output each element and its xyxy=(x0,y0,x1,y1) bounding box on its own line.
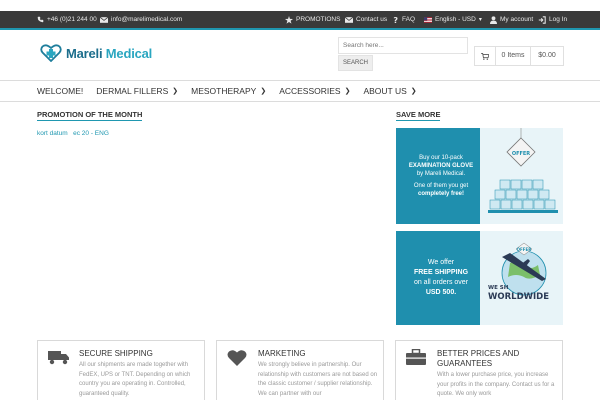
chevron-down-icon: ❯ xyxy=(344,88,351,95)
banner-line: We offer xyxy=(427,259,455,267)
heart-icon xyxy=(227,350,247,366)
feature-secure-shipping: SECURE SHIPPING All our shipments are ma… xyxy=(37,340,205,400)
brand-name: Mareli Medical xyxy=(66,46,152,61)
free-shipping-banner[interactable]: We offer FREE SHIPPING on all orders ove… xyxy=(396,231,563,325)
nav-item-accessories[interactable]: ACCESSORIES ❯ xyxy=(279,86,350,96)
feature-text: With a lower purchase price, you increas… xyxy=(437,372,555,398)
svg-text:?: ? xyxy=(393,16,398,24)
account-label: My account xyxy=(500,16,534,23)
envelope-icon xyxy=(100,16,108,23)
worldwide-text: WORLDWIDE xyxy=(488,292,549,302)
language-selector[interactable]: English - USD ▾ xyxy=(424,11,482,28)
heart-cross-logo-icon xyxy=(40,44,62,62)
nav-item-about-us[interactable]: ABOUT US ❯ xyxy=(363,86,416,96)
chevron-down-icon: ❯ xyxy=(410,88,417,95)
cart-item-count: 0 Items xyxy=(495,46,530,66)
feature-text: We strongly believe in partnership. Our … xyxy=(258,362,378,397)
user-icon xyxy=(490,15,497,24)
banner-line: EXAMINATION GLOVE xyxy=(408,162,474,169)
offer-tag-text: OFFER xyxy=(517,247,532,252)
feature-better-prices: BETTER PRICES AND GUARANTEES With a lowe… xyxy=(395,340,563,400)
phone-number: +46 (0)21 244 00 xyxy=(47,16,97,23)
banner-line: One of them you get xyxy=(413,183,469,190)
nav-item-dermal-fillers[interactable]: DERMAL FILLERS ❯ xyxy=(96,86,178,96)
worldwide-shipping-image: OFFER WE SH WORLDWIDE xyxy=(480,231,563,325)
star-icon xyxy=(285,15,293,24)
language-label: English - USD xyxy=(435,16,476,23)
nav-item-welcome[interactable]: WELCOME! xyxy=(37,86,83,96)
briefcase-icon xyxy=(406,349,426,365)
chevron-down-icon: ❯ xyxy=(172,88,179,95)
faq-label: FAQ xyxy=(402,16,416,23)
promotions-link[interactable]: PROMOTIONS xyxy=(285,11,340,28)
banner-line: Buy our 10-pack xyxy=(419,154,463,161)
login-icon xyxy=(538,15,546,24)
feature-title: BETTER PRICES AND GUARANTEES xyxy=(437,349,520,369)
email-info[interactable]: info@marelimedical.com xyxy=(100,11,182,28)
flag-icon xyxy=(424,16,432,23)
banner-line: on all orders over xyxy=(413,279,469,286)
glove-offer-banner[interactable]: Buy our 10-pack EXAMINATION GLOVE by Mar… xyxy=(396,128,563,224)
banner-line: by Mareli Medical. xyxy=(416,170,466,177)
brand-name-part2: Medical xyxy=(105,45,153,61)
login-link[interactable]: Log In xyxy=(538,11,567,28)
chevron-down-icon: ▾ xyxy=(478,17,482,23)
nav-item-label: ABOUT US xyxy=(363,86,407,96)
question-icon: ? xyxy=(393,16,398,24)
banner-text: Buy our 10-pack EXAMINATION GLOVE by Mar… xyxy=(402,128,480,224)
account-link[interactable]: My account xyxy=(490,11,533,28)
banner-line: USD 500. xyxy=(425,288,457,296)
offer-tag-text: OFFER xyxy=(512,151,530,157)
login-label: Log In xyxy=(549,16,568,23)
nav-item-label: WELCOME! xyxy=(37,86,84,96)
logo[interactable]: Mareli Medical xyxy=(40,44,152,62)
feature-text: All our shipments are made together with… xyxy=(79,362,191,397)
contact-link[interactable]: Contact us xyxy=(345,11,387,28)
banner-line: completely free! xyxy=(417,191,465,198)
contact-label: Contact us xyxy=(356,16,388,23)
brand-name-part1: Mareli xyxy=(66,45,103,61)
promotion-heading: PROMOTION OF THE MONTH xyxy=(37,110,143,121)
banner-text: We offer FREE SHIPPING on all orders ove… xyxy=(402,231,480,325)
promotion-link[interactable]: kort datum ec 20 - ENG xyxy=(37,130,109,137)
nav-item-label: MESOTHERAPY xyxy=(191,86,257,96)
glove-boxes-image: OFFER xyxy=(480,128,563,224)
phone-info: +46 (0)21 244 00 xyxy=(37,11,97,28)
cart-widget[interactable]: 0 Items $0.00 xyxy=(474,46,564,66)
banner-line: FREE SHIPPING xyxy=(413,269,469,277)
nav-item-mesotherapy[interactable]: MESOTHERAPY ❯ xyxy=(191,86,266,96)
feature-title: MARKETING xyxy=(258,349,306,358)
faq-link[interactable]: ? FAQ xyxy=(393,11,415,28)
feature-title: SECURE SHIPPING xyxy=(79,349,153,358)
save-more-heading: SAVE MORE xyxy=(396,110,441,121)
nav-item-label: DERMAL FILLERS xyxy=(96,86,169,96)
truck-icon xyxy=(48,351,69,365)
feature-marketing: MARKETING We strongly believe in partner… xyxy=(216,340,384,400)
envelope-icon xyxy=(345,16,353,23)
nav-item-label: ACCESSORIES xyxy=(279,86,341,96)
main-nav: WELCOME! DERMAL FILLERS ❯ MESOTHERAPY ❯ … xyxy=(0,80,600,102)
email-address: info@marelimedical.com xyxy=(111,16,183,23)
cart-total: $0.00 xyxy=(530,46,563,66)
top-bar: +46 (0)21 244 00 info@marelimedical.com … xyxy=(0,11,600,28)
phone-icon xyxy=(37,16,44,23)
promotions-label: PROMOTIONS xyxy=(296,16,341,23)
search-input[interactable] xyxy=(338,37,468,54)
search-button[interactable]: SEARCH xyxy=(338,55,373,71)
site-header: Mareli Medical SEARCH 0 Items $0.00 xyxy=(0,30,600,80)
chevron-down-icon: ❯ xyxy=(260,88,267,95)
we-ship-text: WE SH xyxy=(488,285,509,291)
shopping-cart-icon xyxy=(475,52,495,60)
